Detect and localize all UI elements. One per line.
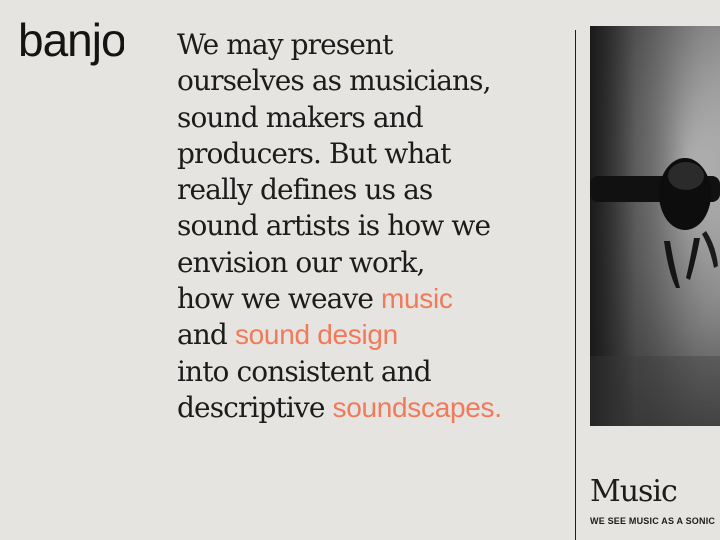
microphone-photo[interactable] xyxy=(590,26,720,426)
intro-line-5: really defines us as xyxy=(177,173,433,207)
intro-line-11: descriptive soundscapes. xyxy=(177,390,567,426)
intro-statement: We may present ourselves as musicians, s… xyxy=(177,27,567,426)
microphone-image xyxy=(590,26,720,426)
intro-line-7: envision our work, xyxy=(177,245,425,279)
music-link[interactable]: music xyxy=(381,283,453,314)
intro-line-1: We may present xyxy=(177,28,393,61)
intro-line-9: and sound design xyxy=(177,317,567,353)
intro-weave-text: how we weave xyxy=(177,282,382,316)
intro-line-2: ourselves as musicians, xyxy=(177,64,492,98)
intro-line-6: sound artists is how we xyxy=(177,209,491,243)
intro-line-4: producers. But what xyxy=(177,136,451,170)
sound-design-link[interactable]: sound design xyxy=(235,319,398,350)
music-card-subtitle: WE SEE MUSIC AS A SONIC xyxy=(590,516,716,526)
music-card-title[interactable]: Music xyxy=(590,472,678,512)
intro-line-3: sound makers and xyxy=(177,100,424,134)
intro-and-text: and xyxy=(177,318,235,352)
intro-line-10: into consistent and xyxy=(177,354,432,388)
intro-descriptive-text: descriptive xyxy=(177,390,333,424)
soundscapes-link[interactable]: soundscapes. xyxy=(333,392,502,423)
intro-line-8: how we weave music xyxy=(177,281,567,317)
banjo-logo[interactable]: banjo xyxy=(18,12,124,72)
vertical-divider xyxy=(575,30,576,540)
